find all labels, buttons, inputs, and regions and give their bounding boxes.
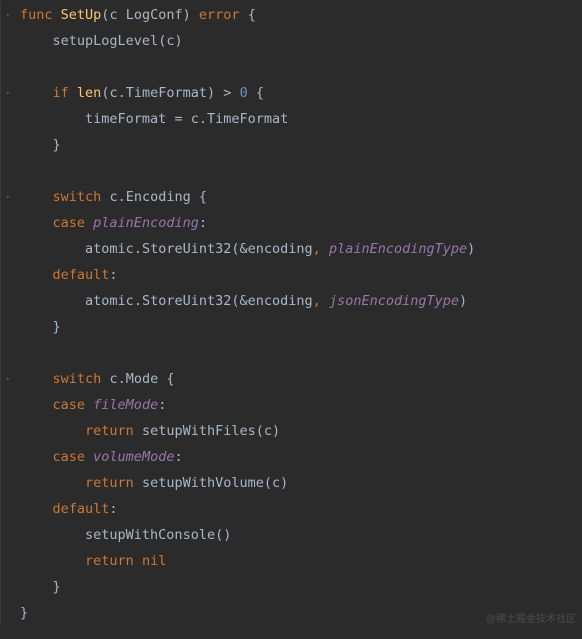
code-line[interactable]: default:	[4, 496, 582, 522]
pkg: atomic	[85, 293, 134, 309]
field: TimeFormat	[207, 111, 288, 127]
code-line[interactable]: }	[4, 574, 582, 600]
number-zero: 0	[240, 85, 248, 101]
code-line[interactable]: case plainEncoding:	[4, 210, 582, 236]
expr: c	[109, 371, 117, 387]
keyword-switch: switch	[53, 371, 102, 387]
code-line[interactable]: case volumeMode:	[4, 444, 582, 470]
code-line[interactable]: return setupWithFiles(c)	[4, 418, 582, 444]
pkg: atomic	[85, 241, 134, 257]
code-line[interactable]: ▸ if len(c.TimeFormat) > 0 {	[4, 80, 582, 106]
code-line[interactable]: atomic.StoreUint32(&encoding, plainEncod…	[4, 236, 582, 262]
code-line[interactable]: default:	[4, 262, 582, 288]
keyword-return: return	[85, 553, 134, 569]
code-line[interactable]	[4, 158, 582, 184]
code-line[interactable]: ▸func SetUp(c LogConf) error {	[4, 2, 582, 28]
code-line[interactable]: setupLogLevel(c)	[4, 28, 582, 54]
func-name: SetUp	[61, 7, 102, 23]
func-call: setupWithVolume	[142, 475, 264, 491]
expr: c	[191, 111, 199, 127]
method: StoreUint32	[142, 293, 231, 309]
expr: c	[109, 85, 117, 101]
const-plainEncoding: plainEncoding	[93, 215, 199, 231]
const-plainEncodingType: plainEncodingType	[329, 241, 467, 257]
keyword-default: default	[53, 501, 110, 517]
code-line[interactable]: ▸ switch c.Encoding {	[4, 184, 582, 210]
code-line[interactable]: ▸ switch c.Mode {	[4, 366, 582, 392]
arg: encoding	[248, 293, 313, 309]
keyword-func: func	[20, 7, 53, 23]
keyword-nil: nil	[142, 553, 166, 569]
keyword-switch: switch	[53, 189, 102, 205]
code-line[interactable]: case fileMode:	[4, 392, 582, 418]
code-line[interactable]: return setupWithVolume(c)	[4, 470, 582, 496]
method: StoreUint32	[142, 241, 231, 257]
fold-marker[interactable]: ▸	[6, 366, 11, 392]
return-type: error	[199, 7, 240, 23]
keyword-case: case	[53, 397, 86, 413]
expr: c	[109, 189, 117, 205]
fold-marker[interactable]: ▸	[6, 2, 11, 28]
field: Mode	[126, 371, 159, 387]
keyword-case: case	[53, 215, 86, 231]
code-line[interactable]: return nil	[4, 548, 582, 574]
keyword-return: return	[85, 423, 134, 439]
field: TimeFormat	[126, 85, 207, 101]
arg: c	[272, 475, 280, 491]
keyword-default: default	[53, 267, 110, 283]
builtin-len: len	[77, 85, 101, 101]
func-call: setupLogLevel	[53, 33, 159, 49]
code-line[interactable]	[4, 54, 582, 80]
param-name: c	[109, 7, 117, 23]
code-line[interactable]	[4, 340, 582, 366]
code-line[interactable]: }	[4, 132, 582, 158]
arg: encoding	[248, 241, 313, 257]
code-line[interactable]: atomic.StoreUint32(&encoding, jsonEncodi…	[4, 288, 582, 314]
const-volumeMode: volumeMode	[93, 449, 174, 465]
code-line[interactable]: setupWithConsole()	[4, 522, 582, 548]
const-fileMode: fileMode	[93, 397, 158, 413]
fold-marker[interactable]: ▸	[6, 80, 11, 106]
code-editor[interactable]: ▸func SetUp(c LogConf) error { setupLogL…	[0, 2, 582, 626]
code-line[interactable]: timeFormat = c.TimeFormat	[4, 106, 582, 132]
func-call: setupWithConsole	[85, 527, 215, 543]
field: Encoding	[126, 189, 191, 205]
watermark-text: @稀土掘金技术社区	[486, 607, 576, 633]
arg: c	[264, 423, 272, 439]
const-jsonEncodingType: jsonEncodingType	[329, 293, 459, 309]
fold-marker[interactable]: ▸	[6, 184, 11, 210]
var-name: timeFormat	[85, 111, 166, 127]
keyword-if: if	[53, 85, 69, 101]
keyword-case: case	[53, 449, 86, 465]
param-type: LogConf	[126, 7, 183, 23]
keyword-return: return	[85, 475, 134, 491]
func-call: setupWithFiles	[142, 423, 256, 439]
code-line[interactable]: }	[4, 314, 582, 340]
